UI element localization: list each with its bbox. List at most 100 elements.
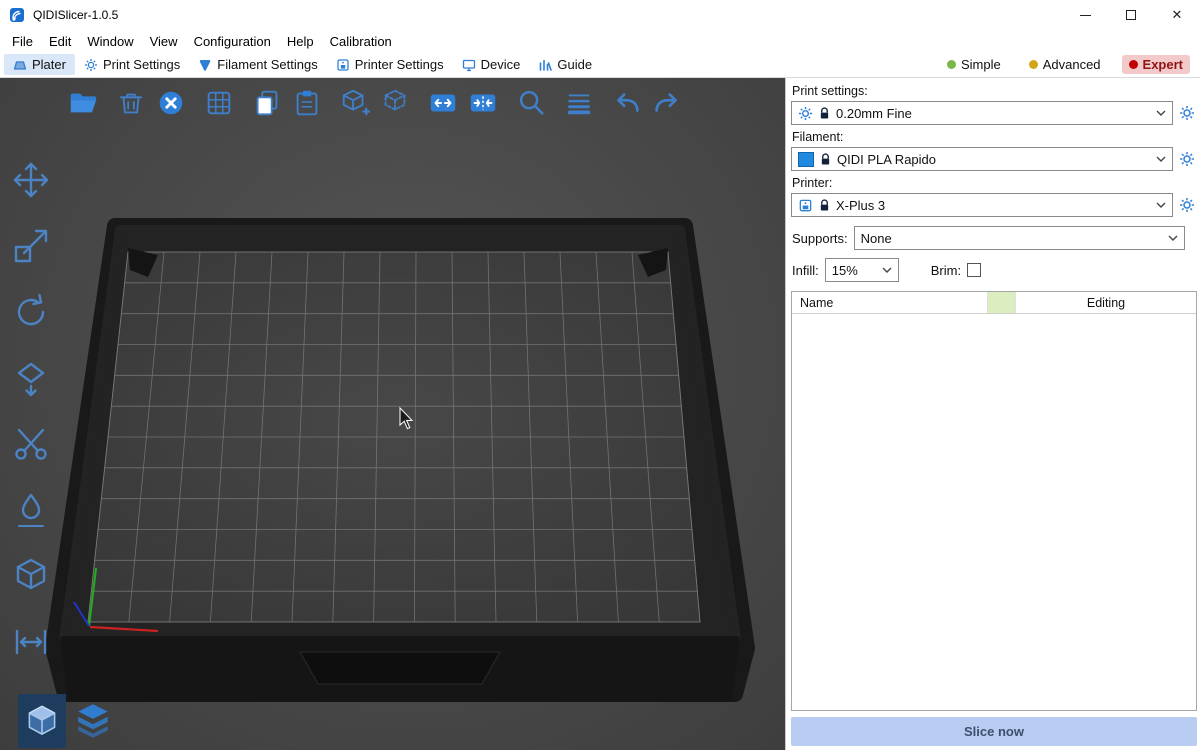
brim-checkbox[interactable]: [967, 263, 981, 277]
object-list[interactable]: Name Editing: [791, 291, 1197, 711]
slice-now-button[interactable]: Slice now: [791, 717, 1197, 746]
tab-printer-settings[interactable]: Printer Settings: [327, 54, 453, 75]
cut-icon: [10, 423, 52, 465]
copy-button[interactable]: [250, 86, 284, 120]
menu-help[interactable]: Help: [279, 32, 322, 51]
close-button[interactable]: ✕: [1154, 0, 1200, 30]
cut-button[interactable]: [8, 422, 54, 466]
mode-label: Expert: [1143, 57, 1183, 72]
name-column-header: Name: [792, 292, 988, 313]
tabbar: Plater Print Settings Filament Settings …: [0, 52, 1200, 78]
gear-icon: [1179, 197, 1195, 213]
add-instance-icon: [339, 87, 371, 119]
layers-preview-icon: [72, 700, 114, 742]
paste-button[interactable]: [290, 86, 324, 120]
gear-icon: [1179, 105, 1195, 121]
delete-all-button[interactable]: [154, 86, 188, 120]
print-settings-combo[interactable]: 0.20mm Fine: [791, 101, 1173, 125]
filament-combo[interactable]: QIDI PLA Rapido: [791, 147, 1173, 171]
infill-combo[interactable]: 15%: [825, 258, 899, 282]
variable-layer-height-button[interactable]: [562, 86, 596, 120]
supports-label: Supports:: [792, 231, 848, 246]
toolbar-top: [66, 86, 698, 120]
scale-button[interactable]: [8, 224, 54, 268]
split-to-parts-button[interactable]: [466, 86, 500, 120]
place-on-face-button[interactable]: [8, 356, 54, 400]
printer-icon: [798, 198, 813, 213]
printer-settings-icon: [336, 58, 350, 72]
copy-icon: [251, 87, 283, 119]
main-area: Print settings: 0.20mm Fine Filament: QI…: [0, 78, 1200, 750]
object-list-body[interactable]: [792, 314, 1196, 710]
window-controls: ✕: [1062, 0, 1200, 30]
infill-label: Infill:: [792, 263, 819, 278]
tab-label: Device: [481, 57, 521, 72]
distance-button[interactable]: [8, 620, 54, 664]
paint-support-icon: [10, 489, 52, 531]
measure-button[interactable]: [8, 554, 54, 598]
printer-combo[interactable]: X-Plus 3: [791, 193, 1173, 217]
mode-simple[interactable]: Simple: [940, 55, 1008, 74]
maximize-button[interactable]: [1108, 0, 1154, 30]
gizmo-toolbar: [8, 158, 54, 664]
tab-filament-settings[interactable]: Filament Settings: [189, 54, 326, 75]
preview-toggle[interactable]: [69, 694, 117, 748]
menu-view[interactable]: View: [142, 32, 186, 51]
redo-button[interactable]: [650, 86, 684, 120]
menu-window[interactable]: Window: [79, 32, 141, 51]
tab-plater[interactable]: Plater: [4, 54, 75, 75]
remove-instance-button[interactable]: [378, 86, 412, 120]
supports-combo[interactable]: None: [854, 226, 1185, 250]
paint-support-button[interactable]: [8, 488, 54, 532]
infill-brim-row: Infill: 15% Brim:: [792, 258, 1197, 282]
open-button[interactable]: [66, 86, 100, 120]
advanced-mode-dot-icon: [1029, 60, 1038, 69]
app-icon: [9, 7, 25, 23]
filament-label: Filament:: [792, 130, 1197, 144]
tab-label: Print Settings: [103, 57, 180, 72]
mode-label: Simple: [961, 57, 1001, 72]
minimize-button[interactable]: [1062, 0, 1108, 30]
split-to-objects-button[interactable]: [426, 86, 460, 120]
add-instance-button[interactable]: [338, 86, 372, 120]
brim-label: Brim:: [931, 263, 961, 278]
filament-gear-button[interactable]: [1177, 149, 1197, 169]
menu-edit[interactable]: Edit: [41, 32, 79, 51]
delete-button[interactable]: [114, 86, 148, 120]
layer-height-icon: [563, 87, 595, 119]
tab-label: Plater: [32, 57, 66, 72]
tab-print-settings[interactable]: Print Settings: [75, 54, 189, 75]
mode-label: Advanced: [1043, 57, 1101, 72]
chevron-down-icon: [1156, 202, 1166, 208]
arrange-icon: [203, 87, 235, 119]
mode-advanced[interactable]: Advanced: [1022, 55, 1108, 74]
lock-icon: [820, 153, 831, 166]
printer-gear-button[interactable]: [1177, 195, 1197, 215]
split-parts-icon: [467, 87, 499, 119]
trash-icon: [115, 87, 147, 119]
3d-viewport[interactable]: [0, 78, 785, 750]
3d-editor-toggle[interactable]: [18, 694, 66, 748]
distance-icon: [10, 621, 52, 663]
app-window: QIDISlicer-1.0.5 ✕ File Edit Window View…: [0, 0, 1200, 750]
menu-configuration[interactable]: Configuration: [186, 32, 279, 51]
mode-selector: Simple Advanced Expert: [940, 55, 1190, 74]
print-settings-gear-button[interactable]: [1177, 103, 1197, 123]
infill-value: 15%: [832, 263, 876, 278]
tab-device[interactable]: Device: [453, 54, 530, 75]
undo-button[interactable]: [610, 86, 644, 120]
tab-guide[interactable]: Guide: [529, 54, 601, 75]
print-settings-value: 0.20mm Fine: [836, 106, 1150, 121]
mode-expert[interactable]: Expert: [1122, 55, 1190, 74]
paste-icon: [291, 87, 323, 119]
move-button[interactable]: [8, 158, 54, 202]
place-on-face-icon: [10, 357, 52, 399]
delete-all-icon: [155, 87, 187, 119]
menu-file[interactable]: File: [4, 32, 41, 51]
rotate-button[interactable]: [8, 290, 54, 334]
search-button[interactable]: [514, 86, 548, 120]
tab-label: Printer Settings: [355, 57, 444, 72]
arrange-button[interactable]: [202, 86, 236, 120]
rotate-icon: [10, 291, 52, 333]
menu-calibration[interactable]: Calibration: [322, 32, 400, 51]
